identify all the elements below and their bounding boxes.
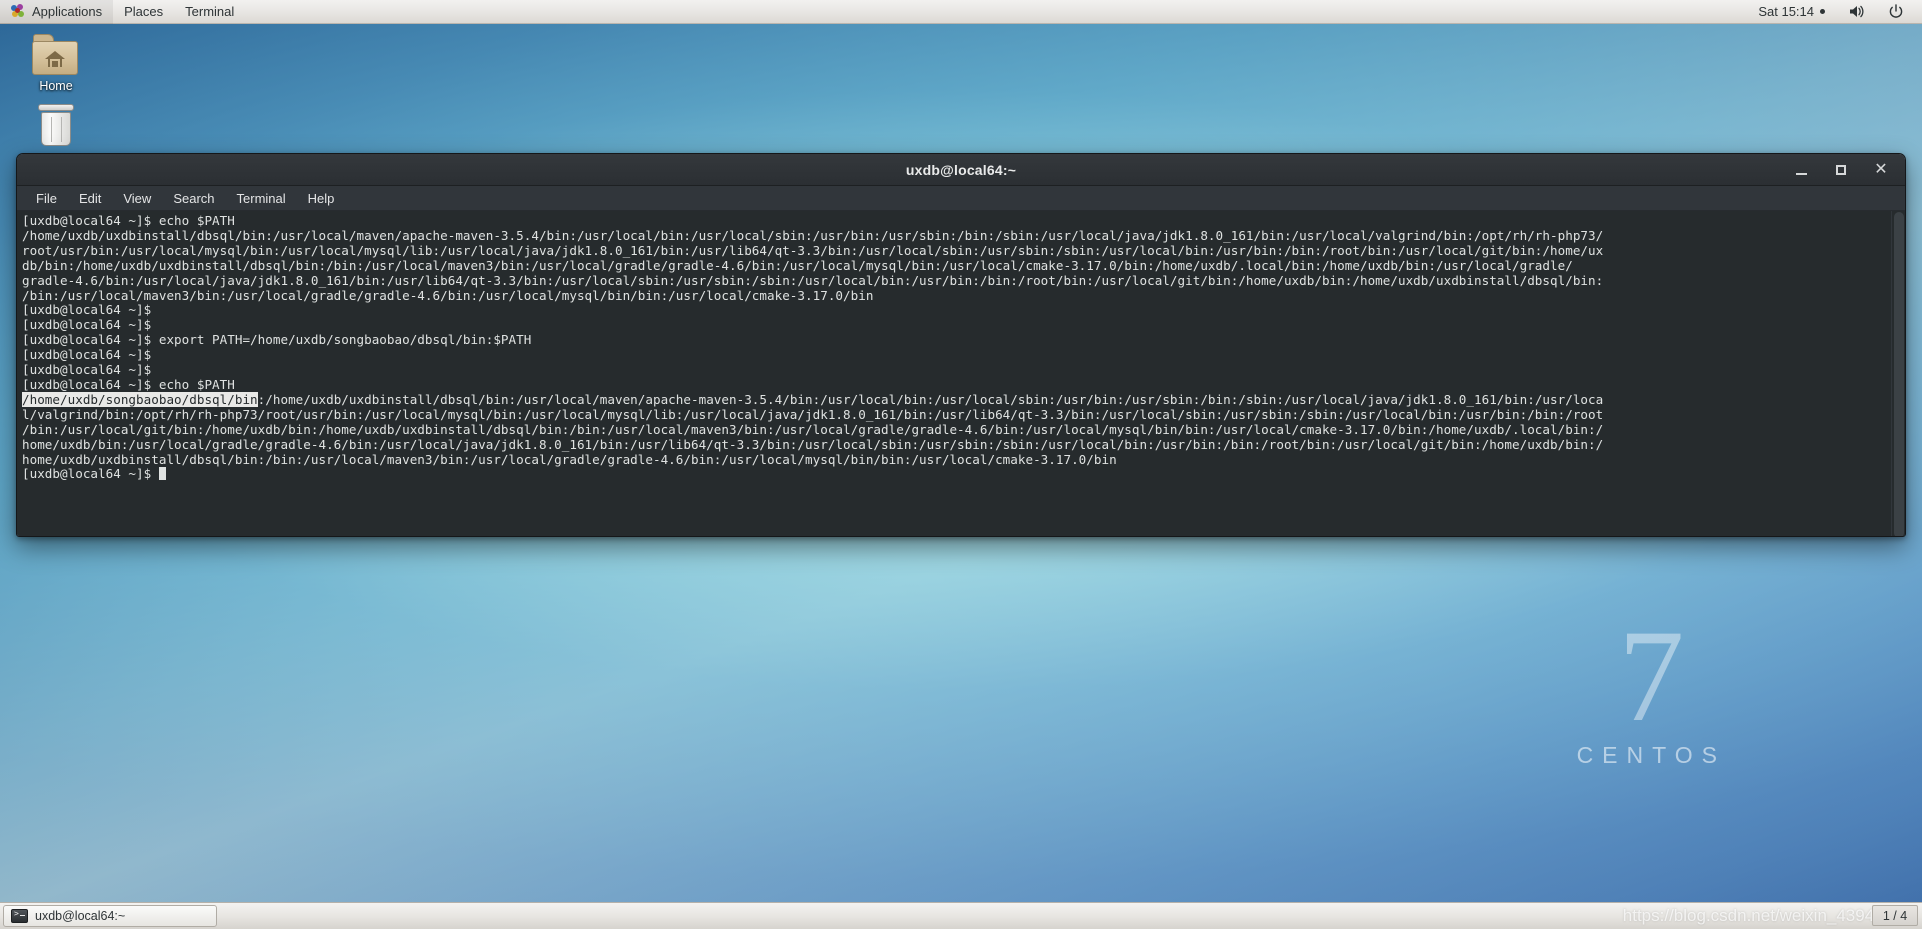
menu-search[interactable]: Search (162, 189, 225, 208)
power-button[interactable] (1876, 0, 1916, 24)
desktop: Applications Places Terminal Sat 15:14 H… (0, 0, 1922, 929)
bottom-panel: uxdb@local64:~ https://blog.csdn.net/wei… (0, 902, 1922, 929)
terminal-line: [uxdb@local64 ~]$ echo $PATH (22, 213, 235, 228)
terminal-output[interactable]: [uxdb@local64 ~]$ echo $PATH/home/uxdb/u… (17, 211, 1891, 536)
places-menu[interactable]: Places (113, 0, 174, 24)
top-panel-menus: Applications Places Terminal (0, 0, 245, 24)
terminal-selected-text[interactable]: /home/uxdb/songbaobao/dbsql/bin (22, 391, 258, 407)
top-panel: Applications Places Terminal Sat 15:14 (0, 0, 1922, 24)
desktop-icon-home-label: Home (39, 79, 73, 93)
centos-watermark: 7 CENTOS (1576, 601, 1726, 769)
status-dot-icon (1820, 9, 1825, 14)
terminal-icon (11, 909, 28, 923)
terminal-prompt: [uxdb@local64 ~]$ (22, 466, 159, 482)
terminal-body[interactable]: [uxdb@local64 ~]$ echo $PATH/home/uxdb/u… (17, 211, 1905, 536)
terminal-cursor (158, 467, 167, 481)
terminal-line: [uxdb@local64 ~]$ echo $PATH (22, 376, 235, 392)
volume-icon (1847, 3, 1865, 21)
terminal-line: [uxdb@local64 ~]$ (22, 347, 159, 363)
taskbar-item-terminal[interactable]: uxdb@local64:~ (3, 905, 217, 927)
terminal-scrollbar[interactable] (1891, 211, 1905, 536)
terminal-window[interactable]: uxdb@local64:~ ✕ File Edit View Search T… (16, 153, 1906, 537)
terminal-title-bar[interactable]: uxdb@local64:~ ✕ (17, 154, 1905, 186)
home-folder-icon (32, 34, 80, 76)
window-title: uxdb@local64:~ (905, 161, 1017, 178)
terminal-line: home/uxdb/bin:/usr/local/gradle/gradle-4… (22, 436, 1604, 452)
terminal-line: [uxdb@local64 ~]$ (22, 362, 159, 378)
terminal-line: home/uxdb/uxdbinstall/dbsql/bin:/bin:/us… (22, 451, 1117, 467)
centos-wordmark: CENTOS (1576, 742, 1726, 768)
workspace-switcher[interactable]: 1 / 4 (1872, 905, 1918, 926)
desktop-icon-trash[interactable] (14, 104, 98, 151)
window-controls: ✕ (1781, 154, 1901, 186)
menu-help[interactable]: Help (297, 189, 346, 208)
terminal-line: l/valgrind/bin:/opt/rh/rh-php73/root/usr… (22, 406, 1604, 422)
top-panel-status-area: Sat 15:14 (1747, 0, 1922, 24)
terminal-scrollbar-thumb[interactable] (1894, 212, 1904, 536)
power-icon (1887, 3, 1905, 21)
menu-terminal[interactable]: Terminal (226, 189, 297, 208)
taskbar-item-label: uxdb@local64:~ (35, 909, 126, 923)
minimize-button[interactable] (1781, 154, 1821, 186)
terminal-menu-bar: File Edit View Search Terminal Help (17, 186, 1905, 211)
close-icon: ✕ (1874, 161, 1888, 178)
terminal-line: /home/uxdb/uxdbinstall/dbsql/bin:/usr/lo… (22, 227, 1604, 243)
minimize-icon (1795, 173, 1807, 175)
terminal-line: [uxdb@local64 ~]$ (22, 302, 159, 318)
terminal-menu-label: Terminal (185, 3, 235, 19)
workspace-indicator-label: 1 / 4 (1882, 908, 1908, 923)
terminal-line: [uxdb@local64 ~]$ (22, 317, 159, 333)
terminal-line: db/bin:/home/uxdb/uxdbinstall/dbsql/bin:… (22, 257, 1573, 273)
menu-view[interactable]: View (112, 189, 162, 208)
centos-foot-logo-icon (11, 4, 26, 19)
clock-label: Sat 15:14 (1758, 3, 1814, 19)
close-button[interactable]: ✕ (1861, 154, 1901, 186)
trash-icon (35, 104, 77, 148)
terminal-line: /bin:/usr/local/maven3/bin:/usr/local/gr… (22, 287, 874, 303)
centos-version-number: 7 (1618, 601, 1685, 749)
desktop-icon-home[interactable]: Home (14, 34, 98, 93)
terminal-line: [uxdb@local64 ~]$ (22, 466, 1891, 482)
clock-button[interactable]: Sat 15:14 (1747, 0, 1836, 24)
volume-button[interactable] (1836, 0, 1876, 24)
terminal-line-text: :/home/uxdb/uxdbinstall/dbsql/bin:/usr/l… (257, 391, 1604, 407)
terminal-menu[interactable]: Terminal (174, 0, 245, 24)
applications-menu[interactable]: Applications (0, 0, 114, 24)
applications-menu-label: Applications (32, 3, 103, 19)
menu-edit[interactable]: Edit (68, 189, 112, 208)
terminal-line: [uxdb@local64 ~]$ export PATH=/home/uxdb… (22, 332, 532, 348)
maximize-icon (1836, 165, 1846, 175)
places-menu-label: Places (124, 3, 164, 19)
maximize-button[interactable] (1821, 154, 1861, 186)
terminal-line: /bin:/usr/local/git/bin:/home/uxdb/bin:/… (22, 421, 1604, 437)
terminal-line: root/usr/bin:/usr/local/mysql/bin:/usr/l… (22, 242, 1604, 258)
terminal-line: gradle-4.6/bin:/usr/local/java/jdk1.8.0_… (22, 272, 1604, 288)
menu-file[interactable]: File (25, 189, 68, 208)
terminal-line: /home/uxdb/songbaobao/dbsql/bin:/home/ux… (22, 391, 1891, 408)
